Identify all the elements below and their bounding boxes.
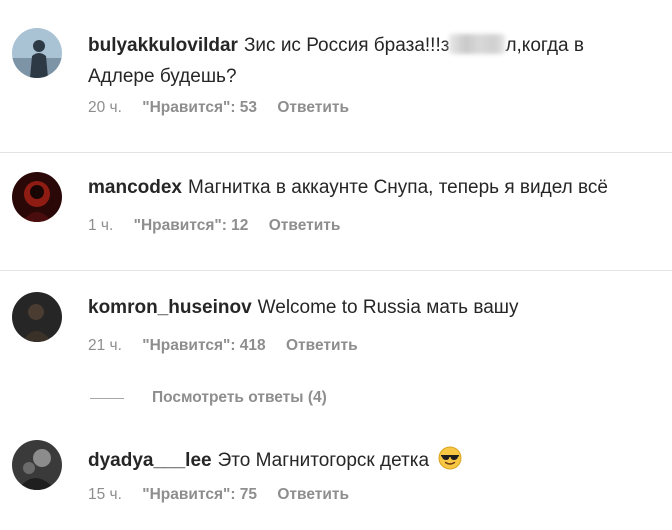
view-replies-label: Посмотреть ответы (4) — [152, 389, 327, 406]
username-link[interactable]: komron_huseinov — [88, 297, 252, 318]
comment-text: bulyakkulovildar Зис ис Россия браза!!!з л… — [88, 30, 648, 92]
comment-meta: 21 ч. "Нравится": 418 Ответить — [88, 337, 374, 355]
comment-body: Welcome to Russia мать вашу — [257, 297, 519, 318]
comment-text: mancodex Магнитка в аккаунте Снупа, тепер… — [88, 172, 648, 203]
comment-body: Зис ис Россия браза!!!з — [243, 35, 450, 56]
avatar[interactable] — [12, 172, 62, 222]
reply-button[interactable]: Ответить — [277, 99, 349, 116]
comment-meta: 15 ч. "Нравится": 75 Ответить — [88, 486, 365, 504]
avatar[interactable] — [12, 292, 62, 342]
comment-text: dyadya___lee Это Магнитогорск детка — [88, 445, 648, 476]
sunglasses-emoji-icon — [438, 446, 462, 470]
comment-time: 15 ч. — [88, 486, 122, 503]
username-link[interactable]: mancodex — [88, 177, 182, 198]
reply-button[interactable]: Ответить — [277, 486, 349, 503]
reply-button[interactable]: Ответить — [286, 337, 358, 354]
likes-count[interactable]: "Нравится": 53 — [142, 99, 257, 116]
comment-time: 21 ч. — [88, 337, 122, 354]
divider — [0, 152, 672, 153]
username-link[interactable]: bulyakkulovildar — [88, 35, 238, 56]
user-photo-icon — [12, 440, 62, 490]
comment-meta: 20 ч. "Нравится": 53 Ответить — [88, 99, 365, 117]
avatar[interactable] — [12, 28, 62, 78]
comment-body: Это Магнитогорск детка — [217, 450, 430, 471]
username-link[interactable]: dyadya___lee — [88, 450, 212, 471]
comment-text: komron_huseinov Welcome to Russia мать ва… — [88, 292, 648, 323]
avatar[interactable] — [12, 440, 62, 490]
likes-count[interactable]: "Нравится": 12 — [134, 217, 249, 234]
user-photo-icon — [12, 28, 62, 78]
view-replies-line — [90, 397, 124, 399]
comment-time: 1 ч. — [88, 217, 114, 234]
divider — [0, 270, 672, 271]
likes-count[interactable]: "Нравится": 75 — [142, 486, 257, 503]
blurred-region — [449, 34, 506, 54]
likes-count[interactable]: "Нравится": 418 — [142, 337, 265, 354]
user-photo-icon — [12, 172, 62, 222]
comment-time: 20 ч. — [88, 99, 122, 116]
comment-body: Магнитка в аккаунте Снупа, теперь я виде… — [187, 177, 608, 198]
reply-button[interactable]: Ответить — [269, 217, 341, 234]
comment-meta: 1 ч. "Нравится": 12 Ответить — [88, 217, 356, 235]
view-replies-button[interactable]: Посмотреть ответы (4) — [90, 387, 327, 409]
user-photo-icon — [12, 292, 62, 342]
